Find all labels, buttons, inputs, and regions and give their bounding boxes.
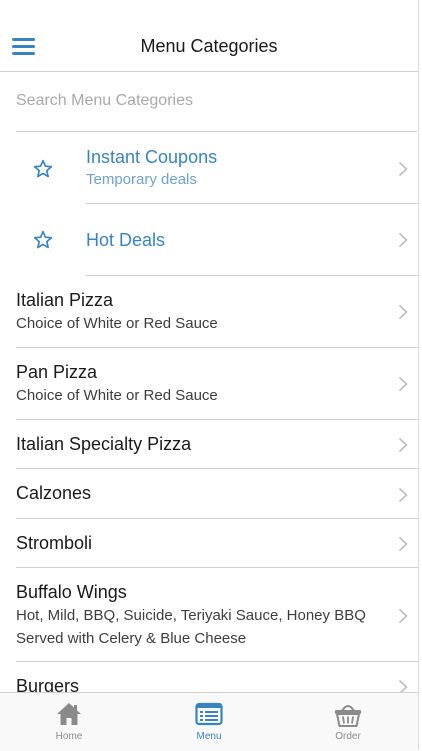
tab-home[interactable]: Home [24,693,114,751]
chevron-right-icon [398,161,408,177]
category-item-italian-specialty-pizza[interactable]: Italian Specialty Pizza [0,420,418,469]
chevron-right-icon [398,487,408,503]
category-item-buffalo-wings[interactable]: Buffalo Wings Hot, Mild, BBQ, Suicide, T… [0,568,418,662]
category-item-calzones[interactable]: Calzones [0,469,418,519]
star-icon [33,159,53,178]
home-icon [57,703,81,725]
navigation-bar: Menu Categories [0,0,418,72]
tab-label: Menu [196,731,222,742]
page-title: Menu Categories [140,36,278,56]
search-bar [16,72,417,132]
chevron-right-icon [398,536,408,552]
category-subtitle: Choice of White or Red Sauce [16,315,218,332]
category-subtitle-line-2: Served with Celery & Blue Cheese [16,630,247,647]
category-subtitle: Choice of White or Red Sauce [16,387,218,404]
chevron-right-icon [398,679,408,692]
star-icon [33,230,53,249]
category-title: Stromboli [16,533,93,553]
category-title: Pan Pizza [16,362,98,382]
category-title: Italian Pizza [16,290,114,310]
chevron-right-icon [398,437,408,453]
category-item-stromboli[interactable]: Stromboli [0,519,418,568]
category-title: Burgers [16,676,80,692]
category-subtitle-line-1: Hot, Mild, BBQ, Suicide, Teriyaki Sauce,… [16,607,366,624]
promo-item-title: Instant Coupons [86,147,218,167]
promo-item-subtitle: Temporary deals [86,171,197,188]
tab-bar: Home Menu Order [0,692,418,751]
tab-menu[interactable]: Menu [164,693,254,751]
promo-item-hot-deals[interactable]: Hot Deals [0,204,418,276]
promo-item-instant-coupons[interactable]: Instant Coupons Temporary deals [0,132,418,204]
search-input[interactable] [16,72,396,130]
chevron-right-icon [398,232,408,248]
category-title: Buffalo Wings [16,582,127,602]
category-item-italian-pizza[interactable]: Italian Pizza Choice of White or Red Sau… [0,276,418,348]
basket-icon [335,705,361,727]
category-list: Instant Coupons Temporary deals Hot Deal… [0,132,418,692]
tab-order[interactable]: Order [303,693,393,751]
tab-label: Home [55,731,83,742]
tab-label: Order [335,731,361,742]
menu-list-icon [195,702,223,726]
category-title: Italian Specialty Pizza [16,434,192,454]
chevron-right-icon [398,608,408,624]
chevron-right-icon [398,376,408,392]
window-edge [418,0,419,750]
category-title: Calzones [16,483,92,503]
promo-item-title: Hot Deals [86,230,166,250]
category-item-burgers[interactable]: Burgers [0,662,418,692]
category-item-pan-pizza[interactable]: Pan Pizza Choice of White or Red Sauce [0,348,418,420]
chevron-right-icon [398,304,408,320]
